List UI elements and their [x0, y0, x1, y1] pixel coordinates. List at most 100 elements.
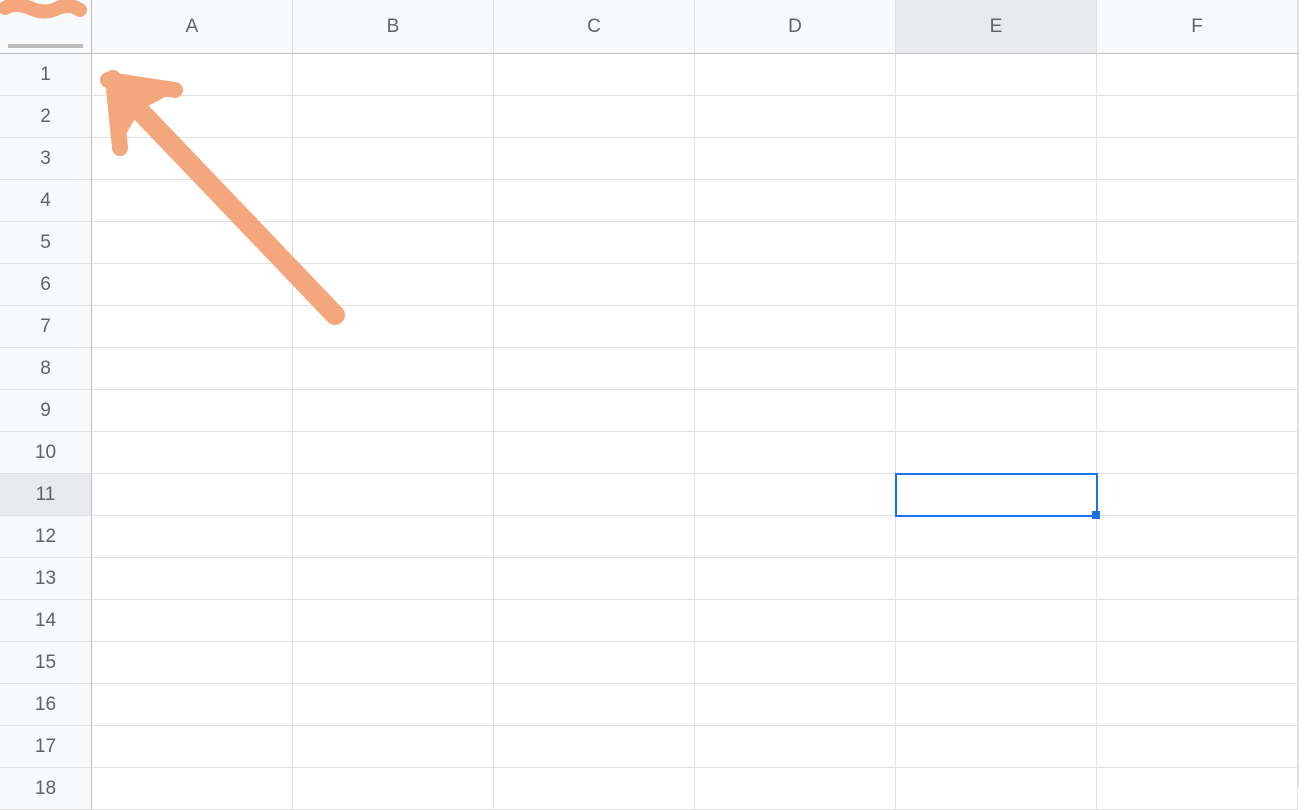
cell-B6[interactable]	[293, 264, 494, 306]
cell-B13[interactable]	[293, 558, 494, 600]
cell-F3[interactable]	[1097, 138, 1298, 180]
cell-A17[interactable]	[92, 726, 293, 768]
cell-C4[interactable]	[494, 180, 695, 222]
cell-A7[interactable]	[92, 306, 293, 348]
cell-A4[interactable]	[92, 180, 293, 222]
cell-D3[interactable]	[695, 138, 896, 180]
cell-E1[interactable]	[896, 54, 1097, 96]
cell-A10[interactable]	[92, 432, 293, 474]
cell-C16[interactable]	[494, 684, 695, 726]
row-header-11[interactable]: 11	[0, 474, 92, 516]
cell-D13[interactable]	[695, 558, 896, 600]
cell-C10[interactable]	[494, 432, 695, 474]
cell-F10[interactable]	[1097, 432, 1298, 474]
cell-F18[interactable]	[1097, 768, 1298, 810]
cell-C5[interactable]	[494, 222, 695, 264]
cell-C2[interactable]	[494, 96, 695, 138]
cell-D12[interactable]	[695, 516, 896, 558]
row-header-8[interactable]: 8	[0, 348, 92, 390]
cell-C3[interactable]	[494, 138, 695, 180]
column-header-a[interactable]: A	[92, 0, 293, 54]
cell-B8[interactable]	[293, 348, 494, 390]
row-header-18[interactable]: 18	[0, 768, 92, 810]
cell-C17[interactable]	[494, 726, 695, 768]
column-header-b[interactable]: B	[293, 0, 494, 54]
cell-A18[interactable]	[92, 768, 293, 810]
cell-F2[interactable]	[1097, 96, 1298, 138]
cell-F11[interactable]	[1097, 474, 1298, 516]
row-header-3[interactable]: 3	[0, 138, 92, 180]
cell-B5[interactable]	[293, 222, 494, 264]
cell-C9[interactable]	[494, 390, 695, 432]
row-header-17[interactable]: 17	[0, 726, 92, 768]
cell-D8[interactable]	[695, 348, 896, 390]
row-header-14[interactable]: 14	[0, 600, 92, 642]
cell-D2[interactable]	[695, 96, 896, 138]
row-header-16[interactable]: 16	[0, 684, 92, 726]
cell-C7[interactable]	[494, 306, 695, 348]
cell-D10[interactable]	[695, 432, 896, 474]
cell-E17[interactable]	[896, 726, 1097, 768]
cell-D7[interactable]	[695, 306, 896, 348]
cell-B14[interactable]	[293, 600, 494, 642]
cell-F5[interactable]	[1097, 222, 1298, 264]
cell-A12[interactable]	[92, 516, 293, 558]
column-header-d[interactable]: D	[695, 0, 896, 54]
cell-A16[interactable]	[92, 684, 293, 726]
cell-B18[interactable]	[293, 768, 494, 810]
cell-A8[interactable]	[92, 348, 293, 390]
cell-B12[interactable]	[293, 516, 494, 558]
cell-D17[interactable]	[695, 726, 896, 768]
cell-D14[interactable]	[695, 600, 896, 642]
cell-E18[interactable]	[896, 768, 1097, 810]
row-header-15[interactable]: 15	[0, 642, 92, 684]
row-header-12[interactable]: 12	[0, 516, 92, 558]
cell-E15[interactable]	[896, 642, 1097, 684]
cell-F9[interactable]	[1097, 390, 1298, 432]
cell-F14[interactable]	[1097, 600, 1298, 642]
cell-C13[interactable]	[494, 558, 695, 600]
cell-D11[interactable]	[695, 474, 896, 516]
cell-C12[interactable]	[494, 516, 695, 558]
cell-F15[interactable]	[1097, 642, 1298, 684]
cell-D1[interactable]	[695, 54, 896, 96]
row-header-9[interactable]: 9	[0, 390, 92, 432]
cell-A5[interactable]	[92, 222, 293, 264]
cell-A9[interactable]	[92, 390, 293, 432]
cell-F16[interactable]	[1097, 684, 1298, 726]
row-header-6[interactable]: 6	[0, 264, 92, 306]
cell-C18[interactable]	[494, 768, 695, 810]
cell-A3[interactable]	[92, 138, 293, 180]
cell-B3[interactable]	[293, 138, 494, 180]
cell-D18[interactable]	[695, 768, 896, 810]
cell-C11[interactable]	[494, 474, 695, 516]
cell-E8[interactable]	[896, 348, 1097, 390]
cell-C15[interactable]	[494, 642, 695, 684]
cell-E13[interactable]	[896, 558, 1097, 600]
cell-A11[interactable]	[92, 474, 293, 516]
cell-D4[interactable]	[695, 180, 896, 222]
cell-B9[interactable]	[293, 390, 494, 432]
cell-B17[interactable]	[293, 726, 494, 768]
select-all-corner[interactable]	[0, 0, 92, 54]
cell-E12[interactable]	[896, 516, 1097, 558]
cell-E6[interactable]	[896, 264, 1097, 306]
cell-B2[interactable]	[293, 96, 494, 138]
row-header-10[interactable]: 10	[0, 432, 92, 474]
row-header-5[interactable]: 5	[0, 222, 92, 264]
column-header-f[interactable]: F	[1097, 0, 1298, 54]
cell-E4[interactable]	[896, 180, 1097, 222]
cell-B11[interactable]	[293, 474, 494, 516]
cell-E3[interactable]	[896, 138, 1097, 180]
cell-F13[interactable]	[1097, 558, 1298, 600]
cell-A14[interactable]	[92, 600, 293, 642]
cell-E14[interactable]	[896, 600, 1097, 642]
cell-E5[interactable]	[896, 222, 1097, 264]
cell-E7[interactable]	[896, 306, 1097, 348]
cell-E11[interactable]	[896, 474, 1097, 516]
cell-E10[interactable]	[896, 432, 1097, 474]
cell-A6[interactable]	[92, 264, 293, 306]
cell-F1[interactable]	[1097, 54, 1298, 96]
cell-E2[interactable]	[896, 96, 1097, 138]
cell-B10[interactable]	[293, 432, 494, 474]
